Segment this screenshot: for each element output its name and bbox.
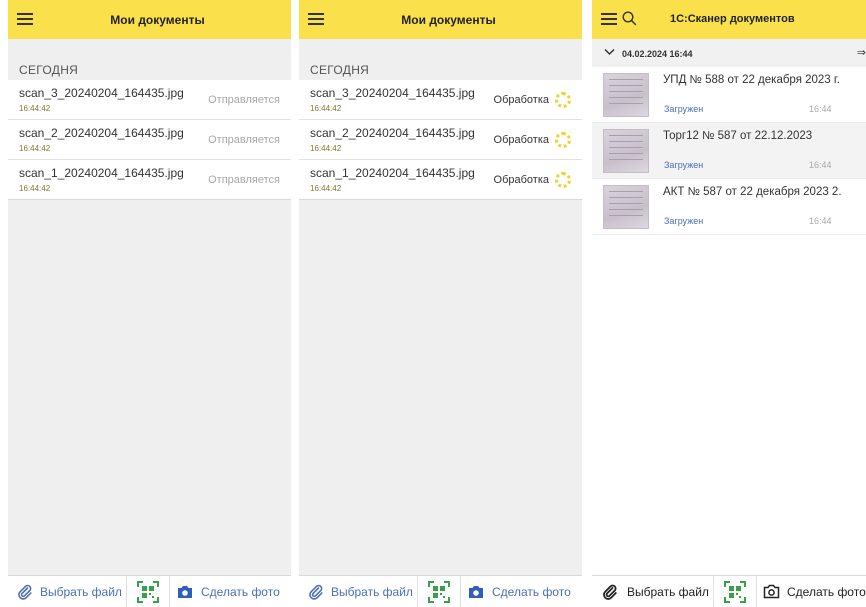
list-item[interactable]: scan_3_20240204_164435.jpg 16:44:42 Обра… (299, 80, 582, 120)
search-icon[interactable] (622, 11, 637, 26)
document-list: УПД № 588 от 22 декабря 2023 г. Загружен… (592, 67, 866, 235)
status-text: Загружен (664, 104, 704, 114)
status-text: Обработка (493, 174, 549, 186)
choose-file-label: Выбрать файл (627, 584, 709, 599)
page-title: Мои документы (110, 12, 205, 27)
qr-scan-button[interactable] (126, 575, 170, 607)
document-list: scan_3_20240204_164435.jpg 16:44:42 Отпр… (8, 80, 291, 200)
top-bar: Мои документы (299, 0, 582, 39)
chevron-down-icon (604, 48, 615, 56)
choose-file-button[interactable]: Выбрать файл (592, 584, 713, 600)
list-item[interactable]: scan_1_20240204_164435.jpg 16:44:42 Обра… (299, 160, 582, 200)
status-text: Загружен (664, 160, 704, 170)
top-bar: 1С:Сканер документов (592, 0, 866, 39)
spinner-icon (555, 132, 571, 148)
choose-file-button[interactable]: Выбрать файл (8, 584, 126, 600)
page-title: 1С:Сканер документов (670, 13, 795, 25)
choose-file-label: Выбрать файл (331, 584, 413, 599)
status-text: Отправляется (208, 94, 280, 106)
menu-icon[interactable] (601, 13, 617, 25)
document-title: Торг12 № 587 от 22.12.2023 (663, 130, 813, 142)
list-item[interactable]: scan_3_20240204_164435.jpg 16:44:42 Отпр… (8, 80, 291, 120)
document-time: 16:44 (809, 104, 832, 114)
camera-icon (178, 585, 192, 598)
camera-icon (469, 585, 483, 598)
date-group-header[interactable]: 04.02.2024 16:44 ⇒ (592, 39, 866, 67)
top-bar: Мои документы (8, 0, 291, 39)
section-header-today: СЕГОДНЯ (19, 63, 79, 77)
list-item[interactable]: scan_2_20240204_164435.jpg 16:44:42 Обра… (299, 120, 582, 160)
paperclip-icon (18, 584, 32, 600)
choose-file-label: Выбрать файл (40, 584, 122, 599)
camera-icon (763, 584, 780, 599)
screen-document-scanner: 1С:Сканер документов 04.02.2024 16:44 ⇒ … (592, 0, 866, 607)
date-label: 04.02.2024 16:44 (622, 49, 693, 59)
document-time: 16:44 (809, 216, 832, 226)
status-text: Обработка (493, 134, 549, 146)
qr-scan-button[interactable] (713, 575, 757, 607)
status-text: Загружен (664, 216, 704, 226)
menu-icon[interactable] (308, 13, 324, 25)
screen-my-documents-sending: Мои документы СЕГОДНЯ scan_3_20240204_16… (8, 0, 291, 607)
take-photo-button[interactable]: Сделать фото (170, 585, 280, 599)
status-text: Обработка (493, 94, 549, 106)
status-text: Отправляется (208, 134, 280, 146)
list-item[interactable]: Торг12 № 587 от 22.12.2023 Загружен 16:4… (592, 123, 866, 179)
take-photo-label: Сделать фото (201, 584, 280, 599)
page-title: Мои документы (401, 12, 496, 27)
document-list: scan_3_20240204_164435.jpg 16:44:42 Обра… (299, 80, 582, 200)
paperclip-icon (603, 584, 617, 600)
qr-scan-button[interactable] (417, 575, 461, 607)
document-thumbnail (603, 73, 649, 117)
list-item[interactable]: УПД № 588 от 22 декабря 2023 г. Загружен… (592, 67, 866, 123)
take-photo-button[interactable]: Сделать фото (461, 585, 571, 599)
qr-code-icon (724, 580, 746, 603)
section-header-today: СЕГОДНЯ (310, 63, 370, 77)
qr-code-icon (428, 580, 450, 603)
spinner-icon (555, 92, 571, 108)
menu-icon[interactable] (17, 13, 33, 25)
app-screens: Мои документы СЕГОДНЯ scan_3_20240204_16… (0, 0, 866, 607)
take-photo-button[interactable]: Сделать фото (757, 584, 866, 599)
status-text: Отправляется (208, 174, 280, 186)
bottom-toolbar: Выбрать файл Сделать фото (592, 575, 866, 607)
bottom-toolbar: Выбрать файл Сделать фото (299, 575, 582, 607)
document-thumbnail (603, 129, 649, 173)
bottom-toolbar: Выбрать файл Сделать фото (8, 575, 291, 607)
document-thumbnail (603, 185, 649, 229)
list-item[interactable]: АКТ № 587 от 22 декабря 2023 2. Загружен… (592, 179, 866, 235)
take-photo-label: Сделать фото (787, 584, 866, 599)
choose-file-button[interactable]: Выбрать файл (299, 584, 417, 600)
document-title: УПД № 588 от 22 декабря 2023 г. (663, 74, 840, 86)
qr-code-icon (137, 580, 159, 603)
list-item[interactable]: scan_2_20240204_164435.jpg 16:44:42 Отпр… (8, 120, 291, 160)
document-title: АКТ № 587 от 22 декабря 2023 2. (663, 186, 842, 198)
take-photo-label: Сделать фото (492, 584, 571, 599)
paperclip-icon (309, 584, 323, 600)
document-time: 16:44 (809, 160, 832, 170)
list-item[interactable]: scan_1_20240204_164435.jpg 16:44:42 Отпр… (8, 160, 291, 200)
export-icon[interactable]: ⇒ (857, 46, 866, 59)
screen-my-documents-processing: Мои документы СЕГОДНЯ scan_3_20240204_16… (299, 0, 582, 607)
spinner-icon (555, 172, 571, 188)
